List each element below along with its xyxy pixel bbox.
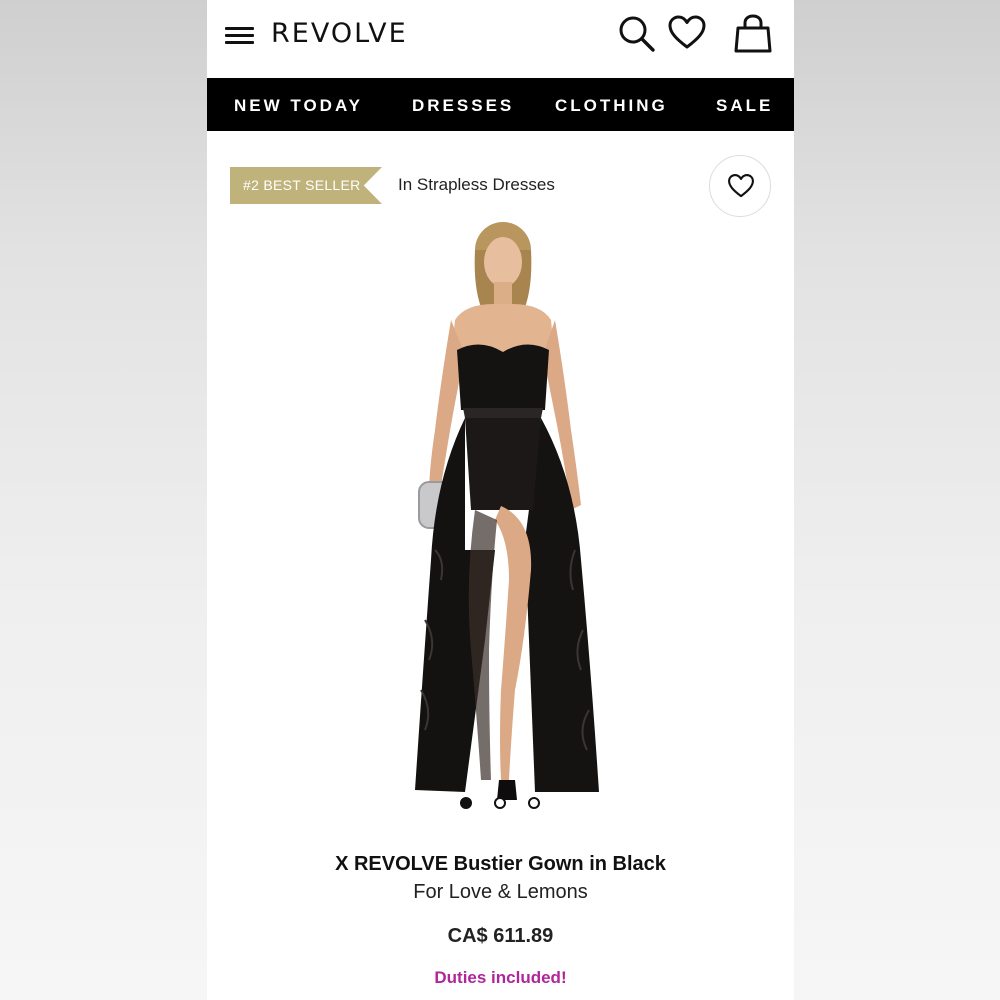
nav-clothing[interactable]: CLOTHING [555, 96, 668, 116]
menu-icon[interactable] [225, 25, 255, 47]
product-brand-link[interactable]: For Love & Lemons [207, 881, 794, 904]
carousel-dot-2[interactable] [494, 797, 506, 809]
shopping-bag-icon[interactable] [733, 14, 773, 54]
main-nav: NEW TODAY DRESSES CLOTHING SALE [207, 78, 794, 131]
add-to-wishlist-button[interactable] [709, 155, 771, 217]
carousel-dot-3[interactable] [528, 797, 540, 809]
background-left [0, 0, 207, 1000]
site-header: REVOLVE [207, 0, 794, 78]
heart-icon [728, 174, 754, 198]
product-price: CA$ 611.89 [447, 925, 554, 947]
heart-icon[interactable] [667, 14, 707, 54]
search-icon[interactable] [617, 14, 657, 54]
nav-new-today[interactable]: NEW TODAY [234, 96, 363, 116]
product-image[interactable] [405, 220, 601, 815]
revolve-logo[interactable]: REVOLVE [271, 18, 408, 49]
carousel-dot-1[interactable] [460, 797, 472, 809]
image-carousel-dots [457, 797, 547, 811]
nav-sale[interactable]: SALE [716, 96, 773, 116]
mobile-page: REVOLVE NEW TODAY DRESSES CLOTHING SALE … [207, 0, 794, 1000]
best-seller-category-link[interactable]: In Strapless Dresses [398, 175, 555, 195]
product-name: X REVOLVE Bustier Gown in Black [335, 853, 666, 875]
nav-dresses[interactable]: DRESSES [412, 96, 514, 116]
duties-note: Duties included! [434, 968, 567, 987]
background-right [794, 0, 1000, 1000]
best-seller-badge: #2 BEST SELLER [230, 167, 382, 204]
